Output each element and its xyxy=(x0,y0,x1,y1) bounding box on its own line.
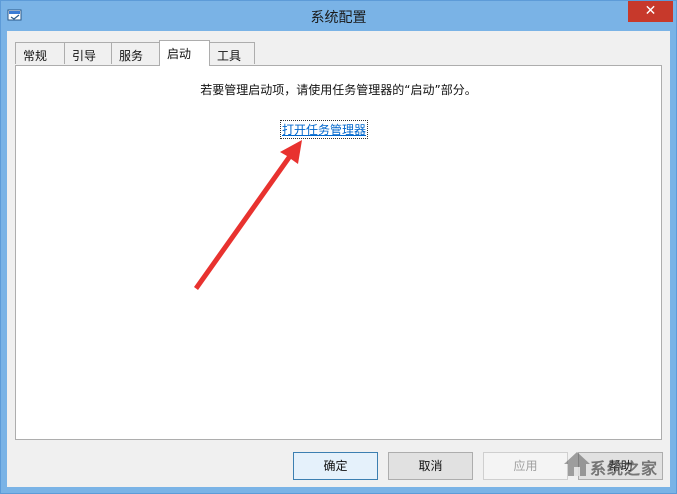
tab-services[interactable]: 服务 xyxy=(111,42,160,64)
help-button-label: 帮助 xyxy=(608,459,633,473)
tab-label: 启动 xyxy=(167,47,192,61)
close-icon: ✕ xyxy=(644,3,657,19)
startup-message: 若要管理启动项，请使用任务管理器的“启动”部分。 xyxy=(200,83,477,97)
open-task-manager-link[interactable]: 打开任务管理器 xyxy=(279,120,369,139)
tab-label: 常规 xyxy=(23,49,48,63)
tab-label: 服务 xyxy=(119,49,144,63)
tab-tools[interactable]: 工具 xyxy=(209,42,255,64)
tab-boot[interactable]: 引导 xyxy=(64,42,112,64)
tab-label: 工具 xyxy=(217,49,242,63)
startup-tab-panel: 若要管理启动项，请使用任务管理器的“启动”部分。 打开任务管理器 xyxy=(15,65,662,440)
apply-button[interactable]: 应用 xyxy=(483,452,568,480)
cancel-button-label: 取消 xyxy=(418,459,443,473)
help-button[interactable]: 帮助 xyxy=(578,452,663,480)
title-bar[interactable]: 系统配置 ✕ xyxy=(1,1,676,31)
window-title: 系统配置 xyxy=(310,10,367,26)
system-config-window: 系统配置 ✕ 常规 引导 服务 启动 工具 若要管理启动项，请使用任务管理器的“… xyxy=(0,0,677,494)
tab-startup[interactable]: 启动 xyxy=(159,40,210,66)
ok-button-label: 确定 xyxy=(323,459,348,473)
tab-general[interactable]: 常规 xyxy=(15,42,65,64)
tab-label: 引导 xyxy=(72,49,97,63)
ok-button[interactable]: 确定 xyxy=(293,452,378,480)
close-button[interactable]: ✕ xyxy=(628,1,673,22)
cancel-button[interactable]: 取消 xyxy=(388,452,473,480)
dialog-body: 常规 引导 服务 启动 工具 若要管理启动项，请使用任务管理器的“启动”部分。 … xyxy=(7,31,670,487)
apply-button-label: 应用 xyxy=(513,459,538,473)
